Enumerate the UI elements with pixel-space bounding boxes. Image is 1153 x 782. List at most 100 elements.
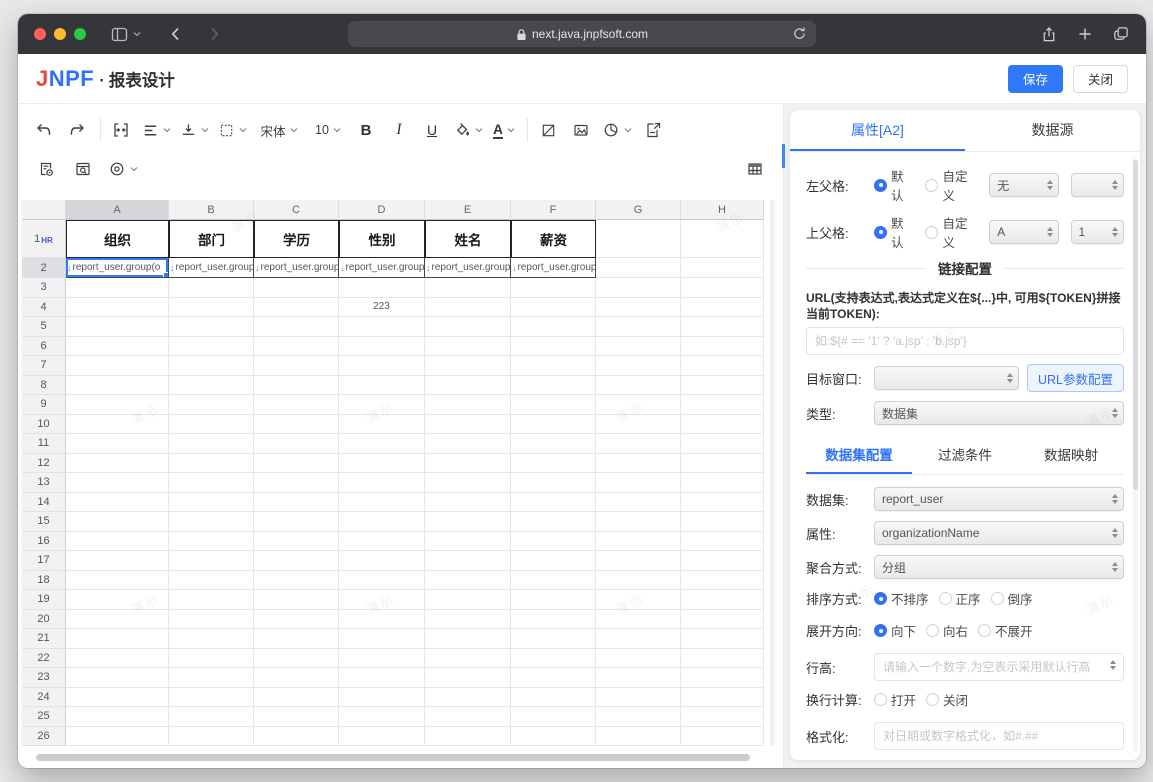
grid-cell[interactable] [66,726,169,746]
grid-cell[interactable] [511,570,596,590]
grid-cell[interactable] [169,356,254,376]
row-header[interactable]: 3 [22,278,66,298]
subtab-filter-condition[interactable]: 过滤条件 [912,439,1018,474]
row-header[interactable]: 10 [22,414,66,434]
grid-cell[interactable] [681,512,764,532]
grid-cell[interactable] [681,570,764,590]
row-header[interactable]: 23 [22,668,66,688]
row-header[interactable]: 12 [22,453,66,473]
attribute-select[interactable]: organizationName [874,521,1124,545]
grid-cell[interactable] [511,492,596,512]
grid-cell[interactable] [425,512,511,532]
grid-cell[interactable] [339,570,425,590]
merge-cells-button[interactable] [109,115,133,145]
grid-cell[interactable] [511,512,596,532]
radio-sort-asc[interactable]: 正序 [938,589,981,608]
column-header[interactable]: C [254,200,339,220]
grid-cell[interactable] [66,707,169,727]
grid-cell[interactable] [169,648,254,668]
grid-cell[interactable] [511,375,596,395]
grid-cell[interactable] [681,297,764,317]
font-family-select[interactable]: 宋体 [256,115,302,145]
grid-cell[interactable] [254,375,339,395]
grid-cell[interactable] [681,258,764,278]
row-header[interactable]: 22 [22,648,66,668]
new-tab-icon[interactable] [1077,26,1093,42]
grid-cell[interactable] [596,356,681,376]
grid-cell[interactable] [66,395,169,415]
grid-cell[interactable] [425,473,511,493]
grid-cell[interactable] [169,473,254,493]
row-header[interactable]: 14 [22,492,66,512]
grid-cell[interactable] [254,414,339,434]
grid-cell[interactable] [66,492,169,512]
grid-cell[interactable] [66,356,169,376]
grid-cell[interactable] [66,375,169,395]
grid-cell[interactable] [425,356,511,376]
radio-top-parent-custom[interactable]: 自定义 [925,213,979,251]
grid-cell[interactable] [511,473,596,493]
address-bar[interactable]: next.java.jnpfsoft.com [348,21,816,47]
grid-cell[interactable] [681,375,764,395]
grid-cell[interactable] [596,726,681,746]
grid-cell[interactable] [596,297,681,317]
grid-cell[interactable] [681,687,764,707]
grid-cell[interactable] [339,629,425,649]
grid-cell[interactable] [254,336,339,356]
font-size-select[interactable]: 10 [311,115,345,145]
grid-cell[interactable] [66,414,169,434]
grid-cell[interactable] [66,512,169,532]
grid-cell[interactable] [681,648,764,668]
grid-cell[interactable] [339,707,425,727]
stepper-icon[interactable] [1110,660,1116,670]
vertical-scrollbar[interactable] [770,200,775,746]
grid-cell[interactable] [254,512,339,532]
grid-cell[interactable] [425,531,511,551]
grid-cell[interactable] [425,278,511,298]
grid-cell[interactable] [169,375,254,395]
grid-cell[interactable] [511,531,596,551]
radio-wrap-on[interactable]: 打开 [874,690,916,709]
left-parent-row-select[interactable] [1070,173,1124,197]
grid-cell[interactable] [596,590,681,610]
grid-cell[interactable]: 性别 [339,220,425,258]
grid-cell[interactable] [511,395,596,415]
grid-cell[interactable] [339,531,425,551]
grid-cell[interactable] [66,609,169,629]
row-header[interactable]: 16 [22,531,66,551]
report-settings-button[interactable] [34,154,58,184]
row-header[interactable]: 7 [22,356,66,376]
horizontal-scrollbar[interactable] [36,754,750,761]
grid-cell[interactable] [681,317,764,337]
grid-cell[interactable] [66,453,169,473]
grid-cell[interactable]: ↓ report_user.group [169,258,254,278]
redo-button[interactable] [65,115,89,145]
grid-cell[interactable] [425,297,511,317]
target-window-select[interactable] [874,366,1019,390]
grid-cell[interactable]: 组织 [66,220,169,258]
grid-cell[interactable] [169,668,254,688]
grid-cell[interactable] [169,551,254,571]
grid-cell[interactable] [254,551,339,571]
grid-cell[interactable]: 223 [339,297,425,317]
grid-cell[interactable] [339,512,425,532]
grid-cell[interactable] [339,375,425,395]
grid-cell[interactable] [596,317,681,337]
grid-cell[interactable] [254,434,339,454]
grid-cell[interactable]: ↓ report_user.group [254,258,339,278]
grid-cell[interactable]: ↓ report_user.group [511,258,596,278]
grid-cell[interactable]: 部门 [169,220,254,258]
back-icon[interactable] [167,25,185,43]
grid-cell[interactable] [596,278,681,298]
grid-cell[interactable] [511,278,596,298]
grid-cell[interactable] [169,590,254,610]
dataset-select[interactable]: report_user [874,487,1124,511]
grid-cell[interactable] [425,551,511,571]
forward-icon[interactable] [205,25,223,43]
format-input[interactable] [874,722,1124,750]
grid-cell[interactable] [169,687,254,707]
tab-properties[interactable]: 属性[A2] [790,110,965,151]
grid-cell[interactable] [169,609,254,629]
grid-cell[interactable] [66,336,169,356]
radio-blank-off[interactable]: 关闭 [926,759,968,760]
